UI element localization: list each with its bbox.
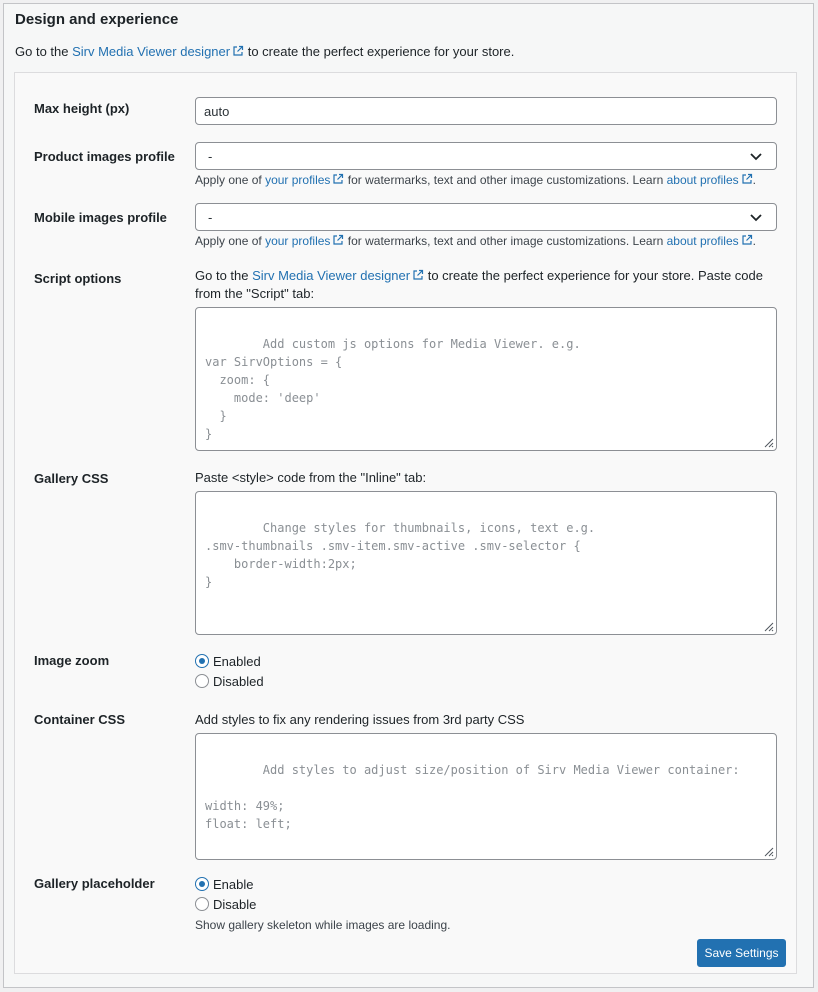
chevron-down-icon [750,214,762,222]
gallery-placeholder-enable-option[interactable]: Enable [195,874,777,894]
container-css-textarea[interactable]: Add styles to adjust size/position of Si… [195,733,777,860]
max-height-input[interactable]: auto [195,97,777,125]
your-profiles-link[interactable]: your profiles [265,173,344,187]
gallery-css-label: Gallery CSS [34,471,109,486]
container-css-label: Container CSS [34,712,126,727]
external-link-icon [741,173,753,185]
script-options-textarea[interactable]: Add custom js options for Media Viewer. … [195,307,777,451]
resize-grip-icon[interactable] [762,436,774,448]
gallery-placeholder-label: Gallery placeholder [34,876,155,891]
mobile-profile-label: Mobile images profile [34,210,167,225]
settings-section: Design and experience Go to the Sirv Med… [3,3,814,988]
designer-link[interactable]: Sirv Media Viewer designer [252,268,424,283]
designer-link[interactable]: Sirv Media Viewer designer [72,44,244,59]
about-profiles-link[interactable]: about profiles [667,173,753,187]
external-link-icon [332,173,344,185]
external-link-icon [232,45,244,57]
product-profile-select[interactable]: - [195,142,777,170]
script-options-help: Go to the Sirv Media Viewer designer to … [195,268,764,301]
external-link-icon [741,234,753,246]
your-profiles-link[interactable]: your profiles [265,234,344,248]
about-profiles-link[interactable]: about profiles [667,234,753,248]
save-settings-button[interactable]: Save Settings [697,939,786,967]
max-height-label: Max height (px) [34,101,130,116]
resize-grip-icon[interactable] [762,620,774,632]
image-zoom-label: Image zoom [34,653,110,668]
radio-button[interactable] [195,877,209,891]
mobile-profile-desc: Apply one of your profiles for watermark… [195,234,756,248]
container-css-help: Add styles to fix any rendering issues f… [195,712,525,727]
image-zoom-disabled-option[interactable]: Disabled [195,671,777,691]
radio-button[interactable] [195,897,209,911]
gallery-css-help: Paste <style> code from the "Inline" tab… [195,470,427,485]
external-link-icon [332,234,344,246]
product-profile-label: Product images profile [34,149,175,164]
mobile-profile-select[interactable]: - [195,203,777,231]
gallery-placeholder-disable-option[interactable]: Disable [195,894,777,914]
gallery-placeholder-desc: Show gallery skeleton while images are l… [195,918,451,932]
gallery-css-textarea[interactable]: Change styles for thumbnails, icons, tex… [195,491,777,635]
product-profile-desc: Apply one of your profiles for watermark… [195,173,756,187]
radio-button[interactable] [195,654,209,668]
external-link-icon [412,269,424,281]
image-zoom-enabled-option[interactable]: Enabled [195,651,777,671]
resize-grip-icon[interactable] [762,845,774,857]
script-options-label: Script options [34,271,122,286]
settings-panel: Max height (px) auto Product images prof… [14,72,797,974]
section-intro: Go to the Sirv Media Viewer designer to … [15,44,515,59]
section-title: Design and experience [15,11,179,28]
radio-button[interactable] [195,674,209,688]
chevron-down-icon [750,153,762,161]
